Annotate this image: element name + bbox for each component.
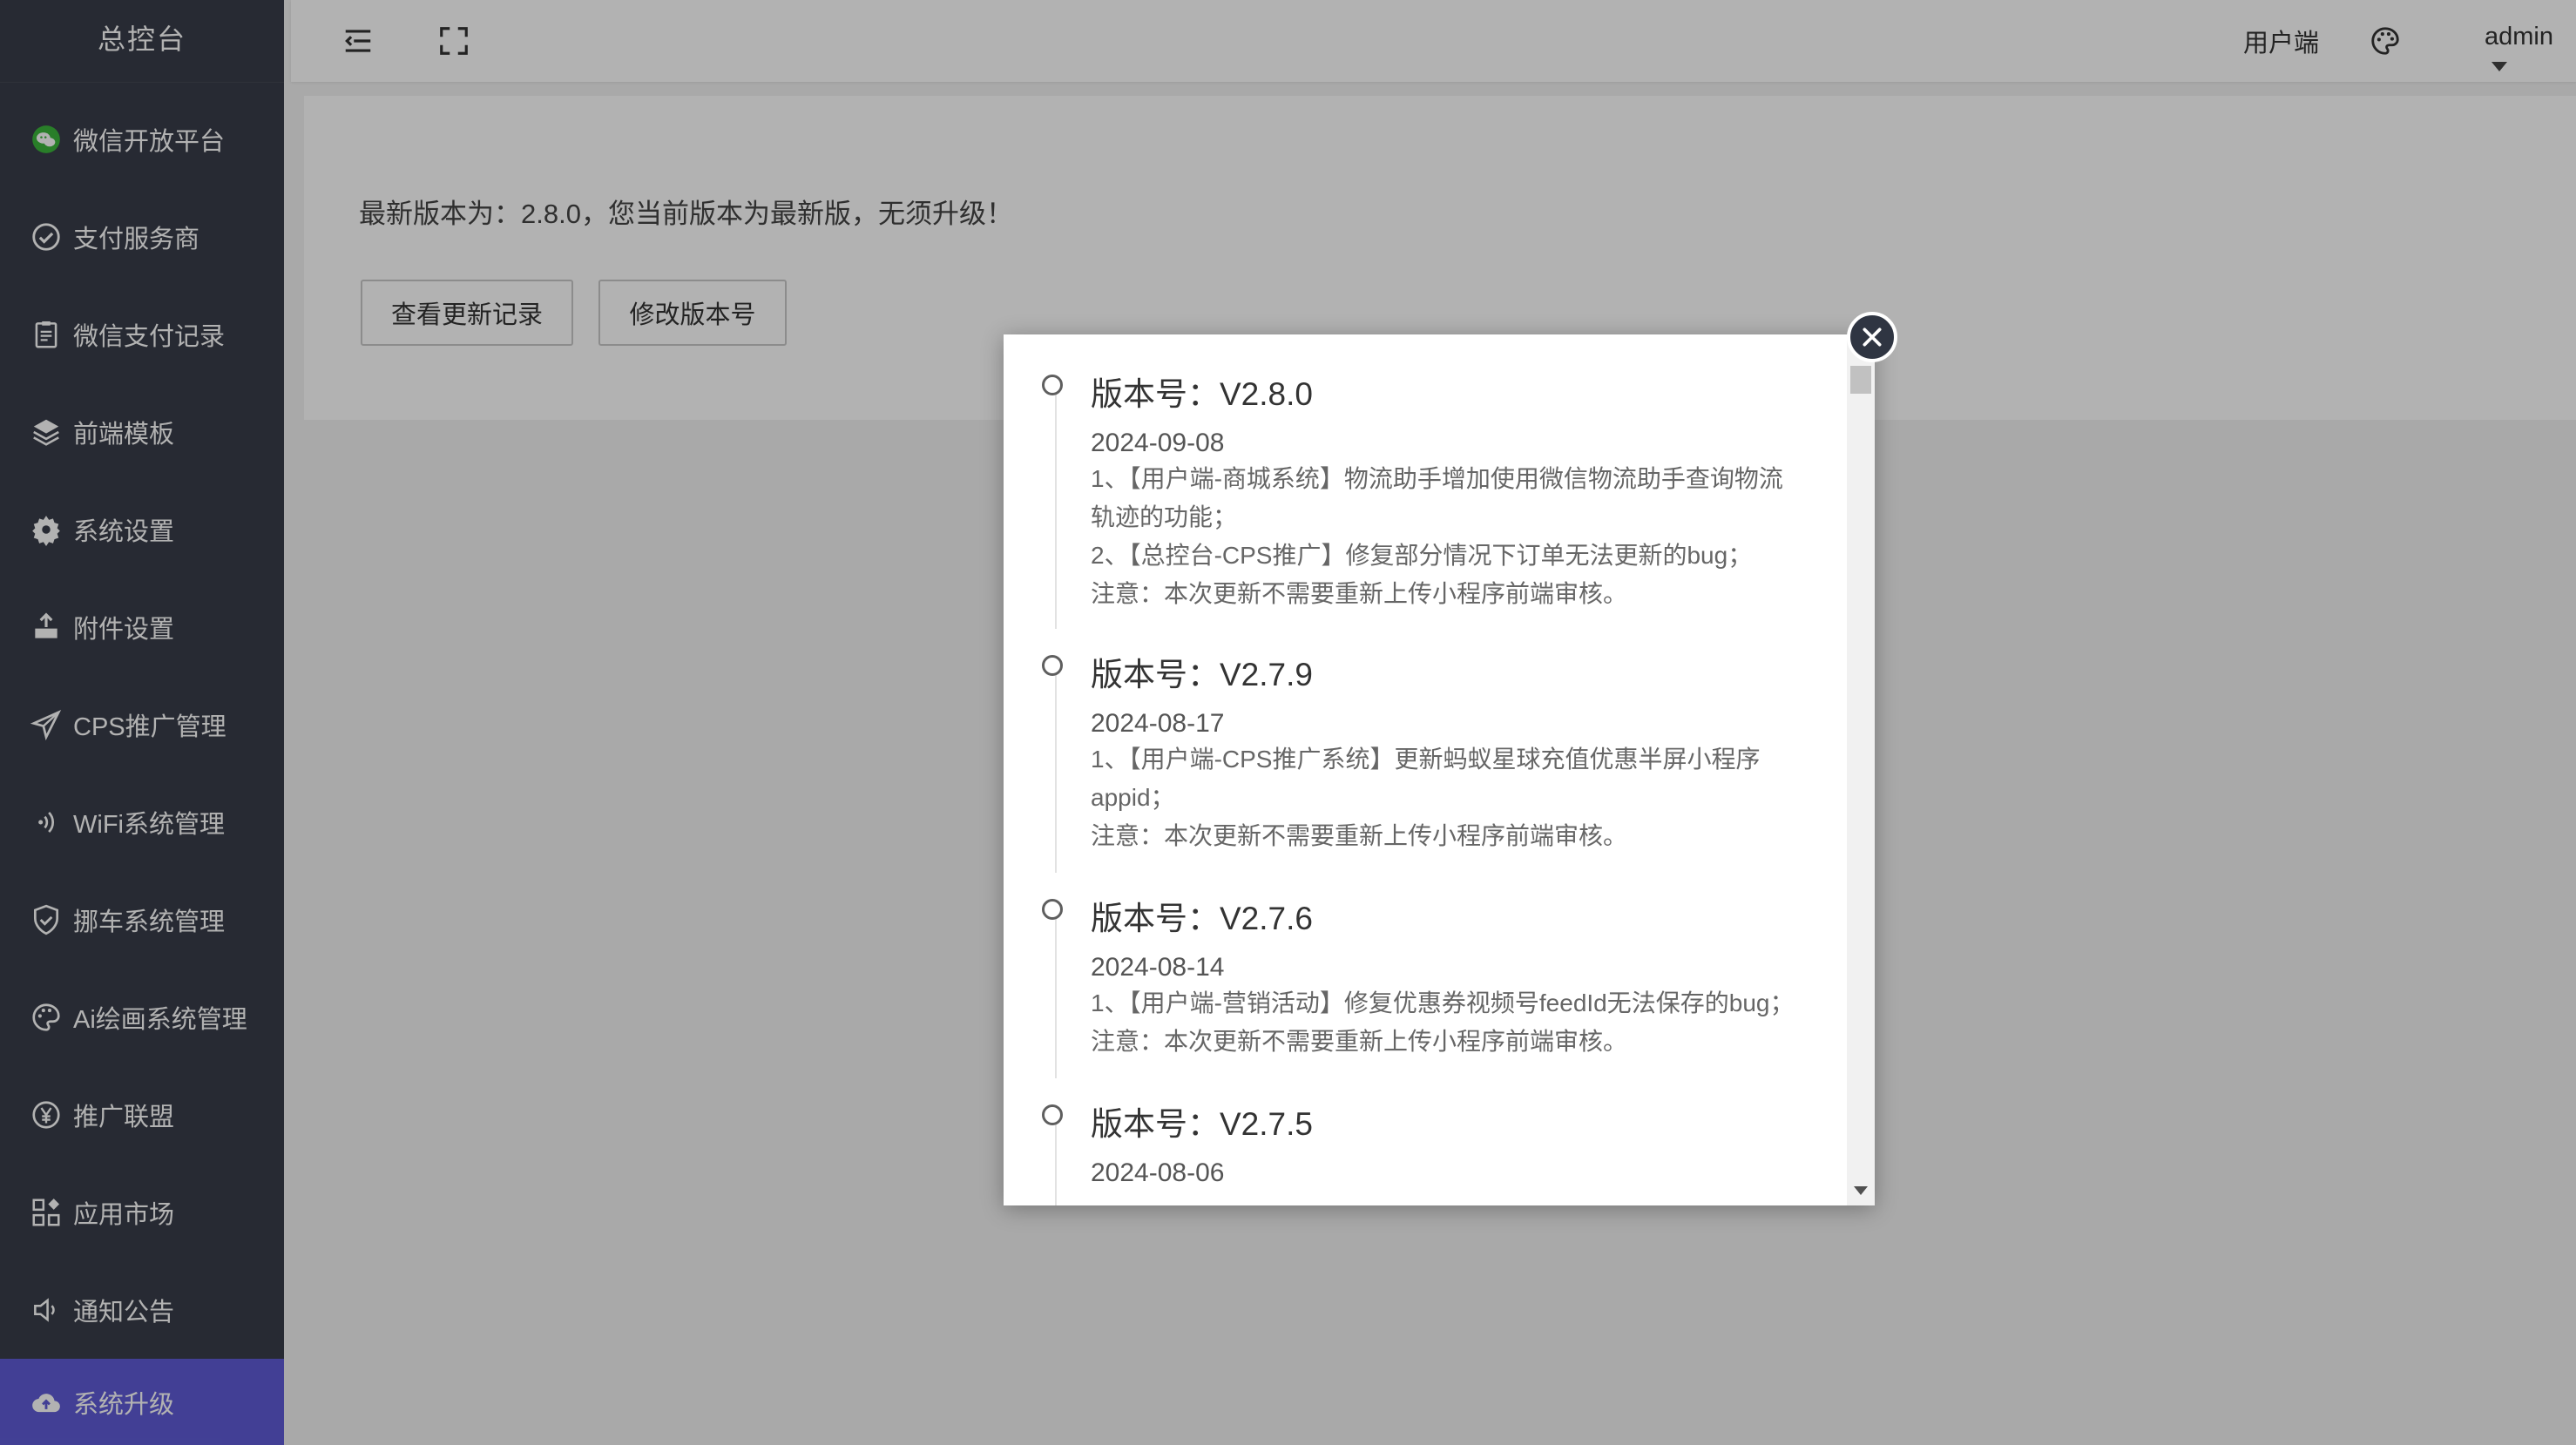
version-date: 2024-09-08 [1091, 429, 1225, 457]
version-note: 1、【用户端-商城系统】物流助手增加使用微信物流助手查询物流 [1091, 465, 1783, 492]
version-note: 注意：本次更新不需要重新上传小程序前端审核。 [1091, 580, 1628, 607]
timeline-line [1055, 911, 1057, 1078]
update-log-modal: 版本号：V2.8.0 2024-09-08 1、【用户端-商城系统】物流助手增加使用… [1004, 334, 1875, 1205]
timeline-dot [1042, 375, 1063, 395]
timeline-dot [1042, 1104, 1063, 1125]
scroll-down-arrow[interactable] [1854, 1186, 1868, 1195]
version-note: 1、【用户端-营销活动】修复优惠券视频号feedId无法保存的bug； [1091, 989, 1795, 1016]
timeline-dot [1042, 899, 1063, 920]
update-timeline[interactable]: 版本号：V2.8.0 2024-09-08 1、【用户端-商城系统】物流助手增加使用… [1004, 334, 1847, 1205]
close-icon [1863, 327, 1882, 347]
version-date: 2024-08-14 [1091, 953, 1225, 982]
version-note: 注意：本次更新不需要重新上传小程序前端审核。 [1091, 1028, 1628, 1055]
close-modal-button[interactable] [1847, 312, 1897, 362]
timeline-line [1055, 667, 1057, 873]
version-note: 1、【用户端-CPS推广系统】更新蚂蚁星球充值优惠半屏小程序 [1091, 746, 1761, 773]
scroll-thumb[interactable] [1850, 366, 1871, 394]
version-note: 轨迹的功能； [1091, 503, 1238, 530]
version-note: 注意：本次更新不需要重新上传小程序前端审核。 [1091, 822, 1628, 849]
version-note: 2、【总控台-CPS推广】修复部分情况下订单无法更新的bug； [1091, 542, 1753, 569]
version-note: appid； [1091, 784, 1175, 811]
version-title: 版本号：V2.7.9 [1091, 657, 1313, 692]
version-date: 2024-08-17 [1091, 709, 1225, 738]
timeline-line [1055, 1117, 1057, 1205]
version-date: 2024-08-06 [1091, 1158, 1225, 1187]
version-title: 版本号：V2.8.0 [1091, 376, 1313, 412]
modal-scrollbar[interactable] [1847, 334, 1875, 1205]
version-title: 版本号：V2.7.6 [1091, 901, 1313, 936]
timeline-dot [1042, 655, 1063, 676]
version-title: 版本号：V2.7.5 [1091, 1106, 1313, 1142]
timeline-line [1055, 387, 1057, 629]
